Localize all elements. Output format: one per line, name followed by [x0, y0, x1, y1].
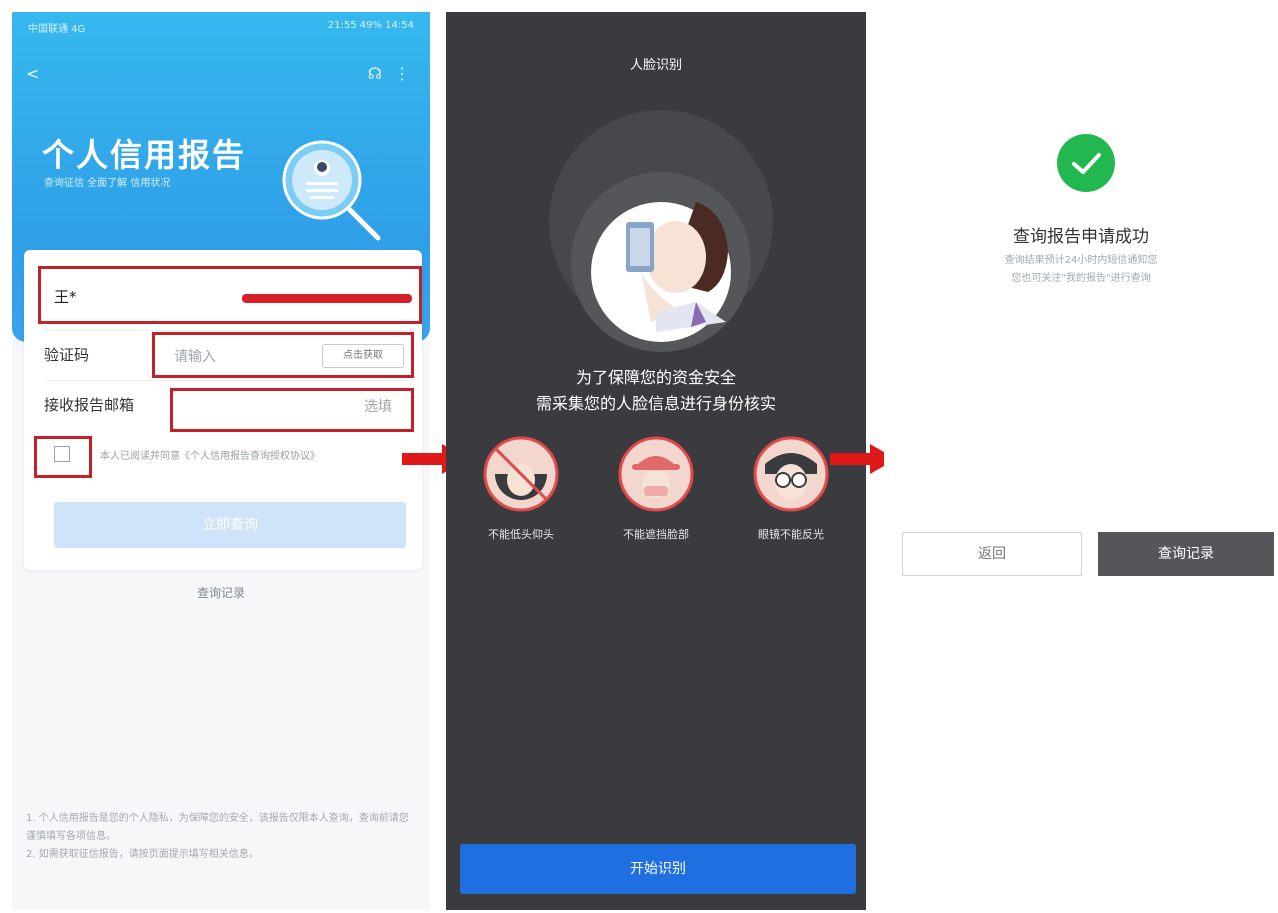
back-icon[interactable]: <: [26, 64, 39, 83]
divider: [44, 330, 414, 331]
email-label: 接收报告邮箱: [44, 396, 135, 414]
success-title: 查询报告申请成功: [1013, 227, 1149, 247]
query-records-link[interactable]: 查询记录: [12, 584, 430, 601]
submit-query-button[interactable]: 立即查询: [54, 502, 406, 548]
nav-bar: < ☊ ⋮: [26, 64, 416, 88]
get-captcha-button[interactable]: 点击获取: [322, 344, 404, 368]
start-recognition-button[interactable]: 开始识别: [460, 844, 856, 894]
agree-checkbox[interactable]: [54, 446, 70, 462]
status-left: 中国联通 4G: [28, 24, 86, 35]
screen-title: 人脸识别: [629, 58, 682, 73]
desc-line-2: 您也可关注"我的报告"进行查询: [1011, 273, 1151, 284]
composite-screenshot: 中国联通 4G 21:55 49% 14:54 < ☊ ⋮ 个人信用报告 查询征…: [0, 0, 1278, 913]
face-scan-illustration: [549, 110, 773, 352]
page-subtitle: 查询征信 全面了解 信用状况: [44, 178, 171, 189]
query-form-card: 王* 验证码 请输入 点击获取 接收报告邮箱 选填 本人已阅读并同意《个人信用报…: [24, 250, 422, 570]
page-title: 个人信用报告: [42, 136, 247, 174]
status-bar: 中国联通 4G 21:55 49% 14:54: [28, 20, 414, 36]
query-records-button[interactable]: 查询记录: [1098, 532, 1274, 576]
collection-message: 需采集您的人脸信息进行身份核实: [535, 394, 776, 413]
magnifier-report-icon: [282, 140, 381, 241]
check-circle-icon: [1057, 134, 1115, 192]
tip-label: 不能遮挡脸部: [623, 528, 689, 541]
more-icon[interactable]: ⋮: [394, 64, 410, 83]
security-message: 为了保障您的资金安全: [575, 368, 736, 387]
agreement-text[interactable]: 本人已阅读并同意《个人信用报告查询授权协议》: [100, 447, 320, 462]
note-1: 1. 个人信用报告是您的个人隐私，为保障您的安全，该报告仅限本人查询，查询前请您…: [26, 813, 409, 842]
divider: [44, 380, 414, 381]
redaction-mark: [242, 294, 412, 303]
email-input[interactable]: 选填: [364, 396, 392, 416]
desc-line-1: 查询结果预计24小时内短信通知您: [1004, 255, 1158, 266]
notes: 1. 个人信用报告是您的个人隐私，为保障您的安全，该报告仅限本人查询，查询前请您…: [26, 810, 416, 864]
note-2: 2. 如需获取征信报告，请按页面提示填写相关信息。: [26, 849, 259, 860]
glasses-glare-icon: [753, 436, 829, 512]
back-button[interactable]: 返回: [902, 532, 1082, 576]
captcha-label: 验证码: [44, 346, 90, 364]
tip-label: 眼镜不能反光: [758, 528, 824, 541]
face-recognition-screen: 人脸识别 为了保障您的资金安全 需采集您的人脸信息进行身份核实 不能低头仰头 不…: [446, 12, 866, 910]
tip-label: 不能低头仰头: [488, 528, 554, 541]
tip-no-cover: 不能遮挡脸部: [591, 434, 721, 542]
head-tilt-icon: [483, 436, 559, 512]
credit-report-form-screen: 中国联通 4G 21:55 49% 14:54 < ☊ ⋮ 个人信用报告 查询征…: [12, 12, 430, 910]
status-right: 21:55 49% 14:54: [327, 20, 414, 31]
apply-success-screen: 查询报告申请成功 查询结果预计24小时内短信通知您 您也可关注"我的报告"进行查…: [884, 12, 1278, 910]
face-cover-icon: [618, 436, 694, 512]
name-field[interactable]: 王*: [54, 286, 77, 307]
headset-icon[interactable]: ☊: [368, 64, 382, 83]
success-description: 查询结果预计24小时内短信通知您 您也可关注"我的报告"进行查询: [884, 252, 1278, 288]
captcha-input[interactable]: 请输入: [174, 346, 216, 366]
tip-no-tilt: 不能低头仰头: [456, 434, 586, 542]
